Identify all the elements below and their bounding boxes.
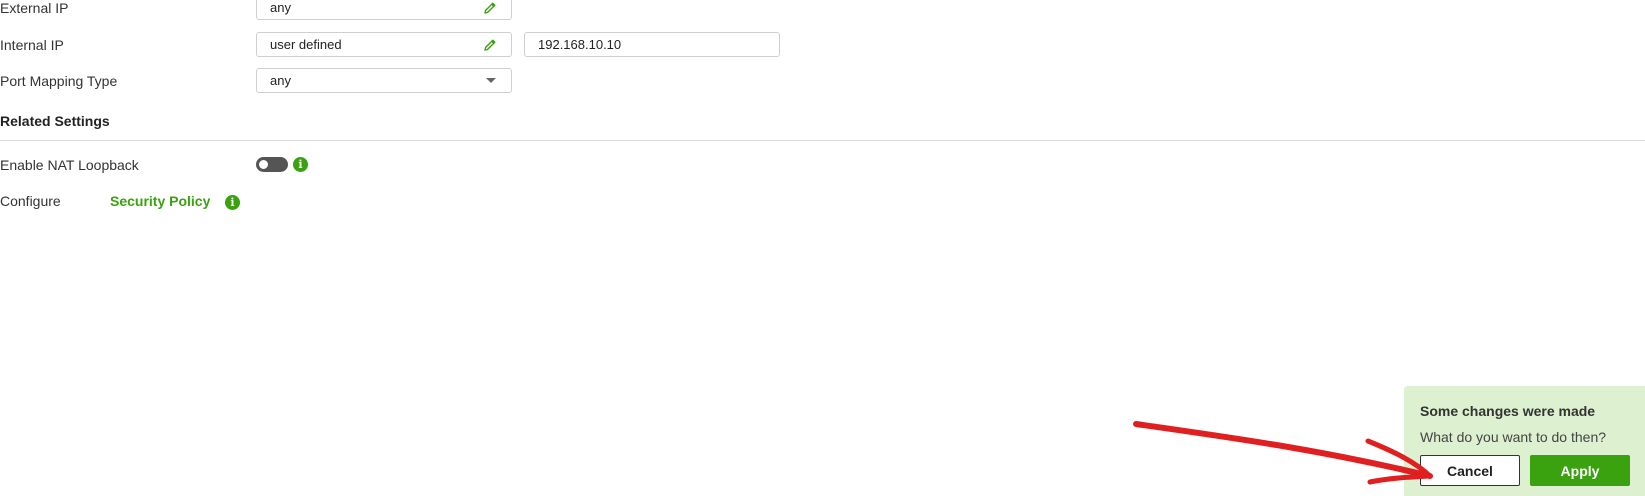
cancel-button[interactable]: Cancel [1420,455,1520,486]
annotation-arrow [1133,421,1433,485]
caret-down-icon [486,78,496,83]
toggle-knob [259,160,268,169]
nat-loopback-toggle[interactable] [256,157,288,172]
internal-ip-label: Internal IP [0,37,64,53]
external-ip-label: External IP [0,0,69,16]
configure-label: Configure [0,193,61,209]
internal-ip-value: user defined [270,37,342,52]
security-policy-link[interactable]: Security Policy [110,193,210,209]
internal-ip-address-input[interactable]: 192.168.10.10 [524,32,780,57]
pencil-icon[interactable] [482,37,498,53]
pencil-icon[interactable] [482,0,498,16]
info-icon[interactable]: i [293,157,308,172]
info-icon[interactable]: i [225,195,240,210]
popup-message: What do you want to do then? [1420,429,1607,445]
related-settings-heading: Related Settings [0,113,110,129]
port-mapping-type-label: Port Mapping Type [0,73,118,89]
nat-loopback-label: Enable NAT Loopback [0,157,139,173]
internal-ip-select[interactable]: user defined [256,32,512,57]
section-divider [0,140,1645,141]
external-ip-value: any [270,0,291,15]
popup-title: Some changes were made [1420,403,1596,419]
external-ip-select[interactable]: any [256,0,512,20]
apply-button[interactable]: Apply [1530,455,1630,486]
unsaved-changes-popup: Some changes were made What do you want … [1404,386,1645,496]
port-mapping-type-value: any [270,73,291,88]
port-mapping-type-select[interactable]: any [256,68,512,93]
internal-ip-address-value: 192.168.10.10 [538,37,622,52]
